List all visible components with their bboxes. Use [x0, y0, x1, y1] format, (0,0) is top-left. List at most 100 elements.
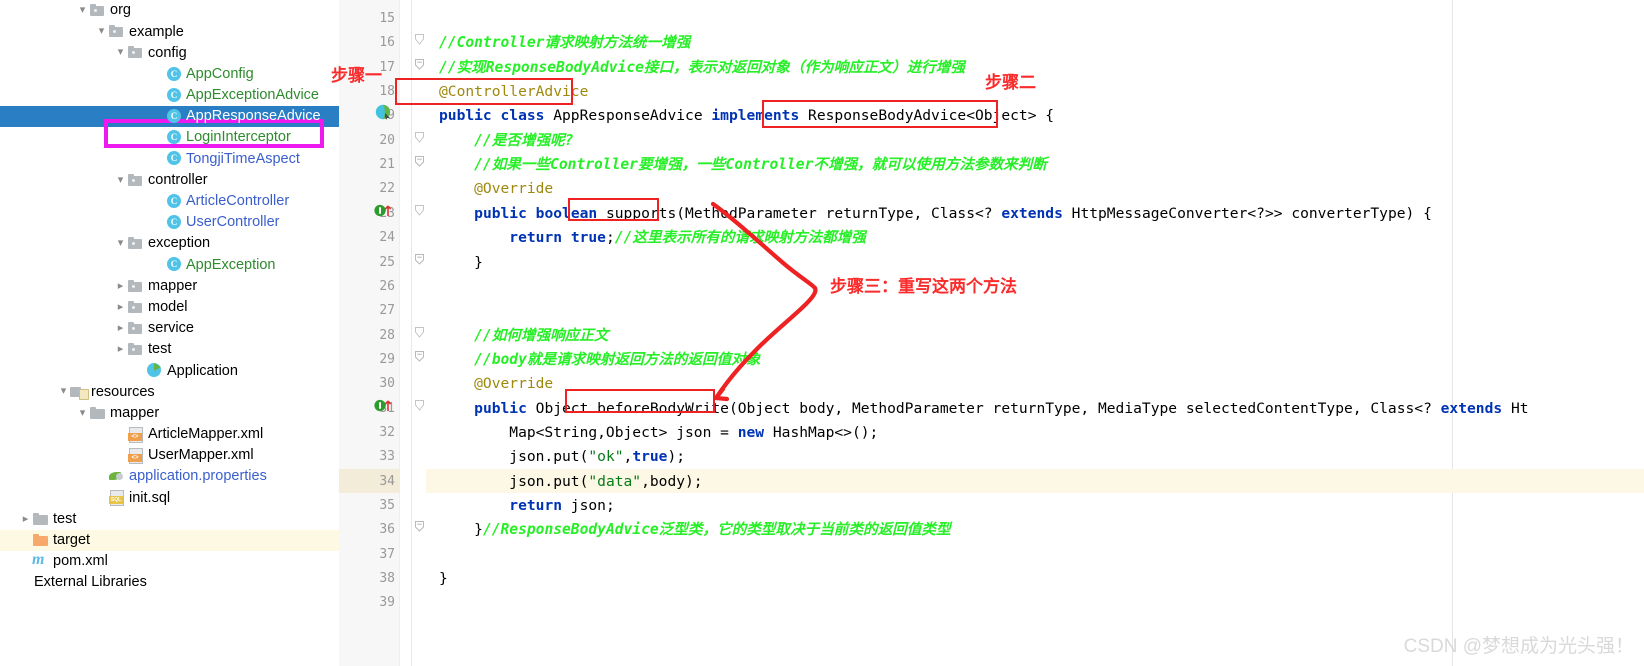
code-token: Map<String,Object> json =: [439, 423, 738, 441]
tree-row[interactable]: ▸ model: [0, 297, 339, 318]
tree-item-label: TongjiTimeAspect: [186, 150, 300, 167]
override-method-icon[interactable]: [374, 202, 394, 224]
tree-item-label: UserMapper.xml: [148, 447, 254, 464]
code-line[interactable]: //实现ResponseBodyAdvice接口，表示对返回对象（作为响应正文）…: [439, 60, 965, 76]
chevron-down-icon[interactable]: ▾: [95, 26, 108, 37]
fold-region-icon[interactable]: [413, 33, 426, 46]
code-line[interactable]: return json;: [439, 498, 614, 514]
tree-item-label: ArticleController: [186, 193, 290, 210]
fold-region-icon[interactable]: [413, 326, 426, 339]
project-tree-panel[interactable]: ▾org▾example▾configAppConfigAppException…: [0, 0, 339, 666]
chevron-down-icon[interactable]: ▾: [57, 386, 70, 397]
tree-row[interactable]: ▾ resources: [0, 381, 339, 402]
tree-row[interactable]: pom.xml: [0, 551, 339, 572]
tree-row[interactable]: ▾ mapper: [0, 403, 339, 424]
tree-row[interactable]: ▾ controller: [0, 170, 339, 191]
code-line[interactable]: //是否增强呢?: [439, 133, 573, 149]
chevron-right-icon[interactable]: ▸: [19, 513, 32, 525]
code-line[interactable]: json.put("data",body);: [439, 474, 702, 490]
code-line[interactable]: //如何增强响应正文: [439, 328, 608, 344]
code-line[interactable]: //body就是请求映射返回方法的返回值对象: [439, 352, 760, 368]
folder-icon: [127, 300, 144, 315]
code-line[interactable]: json.put("ok",true);: [439, 449, 685, 465]
code-token: //这里表示所有的请求映射方法都增强: [614, 229, 866, 247]
code-token: //ResponseBodyAdvice泛型类，它的类型取决于当前类的返回值类型: [482, 521, 951, 539]
line-number: 34: [379, 473, 395, 489]
tree-row[interactable]: Application: [0, 360, 339, 381]
tree-row[interactable]: External Libraries: [0, 572, 339, 593]
tree-row[interactable]: UserController: [0, 212, 339, 233]
fold-region-icon[interactable]: [413, 204, 426, 217]
code-line[interactable]: public Object beforeBodyWrite(Object bod…: [439, 399, 1529, 417]
tree-row[interactable]: ArticleMapper.xml: [0, 424, 339, 445]
code-line[interactable]: @Override: [439, 182, 553, 197]
fold-collapse-icon[interactable]: [413, 350, 426, 363]
fold-collapse-icon[interactable]: [413, 58, 426, 71]
step-three-label: 步骤三：重写这两个方法: [830, 277, 1017, 296]
tree-item-label: test: [53, 510, 77, 527]
chevron-right-icon[interactable]: ▸: [114, 322, 127, 334]
tree-row[interactable]: ▾ exception: [0, 233, 339, 254]
code-line[interactable]: }: [439, 255, 483, 271]
code-line[interactable]: }: [439, 571, 448, 587]
code-line[interactable]: //Controller请求映射方法统一增强: [439, 36, 690, 51]
chevron-right-icon[interactable]: ▸: [114, 280, 127, 292]
code-line[interactable]: Map<String,Object> json = new HashMap<>(…: [439, 423, 878, 441]
tree-row[interactable]: target: [0, 529, 339, 551]
override-method-icon[interactable]: [374, 397, 394, 419]
tree-row[interactable]: ArticleController: [0, 191, 339, 212]
tree-row[interactable]: ▸ test: [0, 339, 339, 360]
line-number: 20: [379, 132, 395, 148]
tree-row[interactable]: LoginInterceptor: [0, 127, 339, 148]
tree-item-label: exception: [148, 235, 211, 252]
tree-row[interactable]: ▸ test: [0, 509, 339, 530]
tree-row[interactable]: AppConfig: [0, 64, 339, 85]
code-line[interactable]: //如果一些Controller要增强，一些Controller不增强，就可以使…: [439, 156, 1047, 174]
line-number: 16: [379, 35, 395, 51]
code-line[interactable]: public class AppResponseAdvice implement…: [439, 109, 1054, 124]
code-token: extends: [1001, 204, 1063, 222]
tree-row[interactable]: ▾ example: [0, 21, 339, 42]
code-token: ;: [605, 229, 615, 247]
code-line[interactable]: @Override: [439, 376, 553, 392]
tree-row[interactable]: AppExceptionAdvice: [0, 85, 339, 106]
tree-row-selected[interactable]: AppResponseAdvice: [0, 106, 339, 127]
tree-row[interactable]: ▾ org: [0, 0, 339, 21]
fold-divider-line: [411, 0, 412, 666]
tree-row[interactable]: UserMapper.xml: [0, 445, 339, 466]
code-token: Ht: [1502, 399, 1529, 417]
tree-row[interactable]: ▾ config: [0, 42, 339, 63]
tree-row[interactable]: AppException: [0, 254, 339, 275]
tree-row[interactable]: init.sql: [0, 487, 339, 508]
tree-row[interactable]: ▸ service: [0, 318, 339, 339]
tree-item-label: UserController: [186, 214, 280, 231]
spring-bean-icon[interactable]: [375, 104, 392, 126]
fold-collapse-icon[interactable]: [413, 253, 426, 266]
chevron-down-icon[interactable]: ▾: [76, 407, 89, 419]
code-token: implements: [711, 107, 800, 125]
chevron-down-icon[interactable]: ▾: [114, 174, 127, 186]
java-class-icon: [165, 87, 182, 103]
chevron-right-icon[interactable]: ▸: [114, 344, 127, 355]
fold-collapse-icon[interactable]: [413, 155, 426, 168]
fold-collapse-icon[interactable]: [413, 520, 426, 533]
code-line[interactable]: return true;//这里表示所有的请求映射方法都增强: [439, 229, 866, 247]
code-editor[interactable]: 15 16//Controller请求映射方法统一增强 17//实现Response…: [339, 0, 1644, 666]
chevron-right-icon[interactable]: ▸: [114, 301, 127, 313]
code-line[interactable]: public boolean supports(MethodParameter …: [439, 204, 1432, 222]
chevron-down-icon[interactable]: ▾: [114, 47, 127, 58]
chevron-down-icon[interactable]: ▾: [114, 238, 127, 249]
code-line[interactable]: }//ResponseBodyAdvice泛型类，它的类型取决于当前类的返回值类…: [439, 521, 951, 539]
code-token: @ControllerAdvice: [439, 83, 589, 101]
chevron-down-icon[interactable]: ▾: [76, 5, 89, 16]
tree-row[interactable]: application.properties: [0, 466, 339, 487]
tree-row[interactable]: ▸ mapper: [0, 275, 339, 296]
fold-region-icon[interactable]: [413, 131, 426, 144]
code-token: //如果一些Controller要增强，一些Controller不增强，就可以使…: [439, 156, 1047, 174]
tree-row[interactable]: TongjiTimeAspect: [0, 148, 339, 169]
code-line[interactable]: @ControllerAdvice: [439, 83, 589, 101]
fold-region-icon[interactable]: [413, 399, 426, 412]
